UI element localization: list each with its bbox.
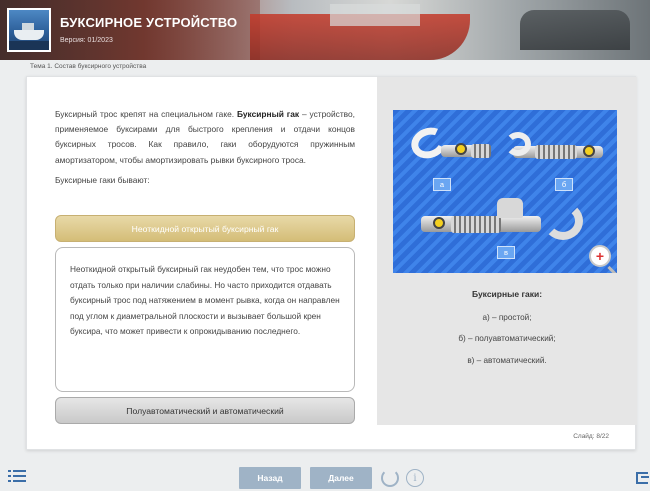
exit-icon[interactable] [636,472,649,484]
zoom-icon[interactable]: + [589,245,611,267]
menu-icon-dot [8,480,11,482]
accordion-header-fixed-open-hook[interactable]: Неоткидной открытый буксирный гак [55,215,355,242]
breadcrumb: Тема 1. Состав буксирного устройства [30,63,147,70]
hook-a-knob [455,143,467,155]
auto-hook-lock [497,198,523,218]
menu-icon-line [13,475,26,477]
accordion-header-semiauto-hook[interactable]: Полуавтоматический и автоматический [55,397,355,424]
menu-icon-dot [8,470,11,472]
types-label: Буксирные гаки бывают: [55,174,150,185]
tug-image [520,10,630,50]
back-button[interactable]: Назад [239,467,301,489]
intro-text-start: Буксирный трос крепят на специальном гак… [55,109,237,119]
figure-label-b: б [555,178,573,191]
logo-water [9,41,49,50]
figure-label-a: а [433,178,451,191]
figure-label-c: в [497,246,515,259]
course-logo [7,8,51,52]
course-version: Версия: 01/2023 [60,37,113,44]
illustration-panel: а б в + Буксирные гаки: а) – простой; б)… [377,77,637,425]
header-banner: БУКСИРНОЕ УСТРОЙСТВО Версия: 01/2023 [0,0,650,60]
menu-icon-dot [8,475,11,477]
footer-nav: Назад Далее i [0,458,650,491]
figure-caption-title: Буксирные гаки: [471,289,543,299]
towing-hooks-image: а б в + [393,110,617,273]
accordion-body-text: Неоткидной открытый буксирный гак неудоб… [70,264,340,337]
figure-caption-b: б) – полуавтоматический; [458,334,556,343]
info-icon[interactable]: i [406,469,424,487]
next-button[interactable]: Далее [310,467,372,489]
auto-hook-shape [543,202,583,240]
intro-paragraph: Буксирный трос крепят на специальном гак… [55,107,355,168]
hook-b-knob [583,145,595,157]
hook-c-spring [451,216,501,233]
menu-icon-line [13,470,26,472]
simple-hook-shape [406,122,452,164]
hook-a-spring [471,144,491,158]
figure-caption-a: а) – простой; [482,313,532,322]
hook-c-knob [433,217,445,229]
logo-boat [14,30,44,40]
accordion-body-fixed-open-hook: Неоткидной открытый буксирный гак неудоб… [55,247,355,392]
hook-b-spring [535,145,577,159]
slide-counter: Слайд: 8/22 [573,433,609,440]
course-title: БУКСИРНОЕ УСТРОЙСТВО [60,15,238,30]
menu-icon-line [13,480,26,482]
text-column: Буксирный трос крепят на специальном гак… [55,107,355,185]
reload-icon[interactable] [381,469,399,487]
menu-icon[interactable] [8,470,26,483]
ship-deck-image [330,4,420,26]
intro-term: Буксирный гак [236,109,300,119]
slide-card: Буксирный трос крепят на специальном гак… [26,76,637,450]
figure-caption-c: в) – автоматический. [467,356,547,365]
semiauto-hook-shape [505,132,531,156]
